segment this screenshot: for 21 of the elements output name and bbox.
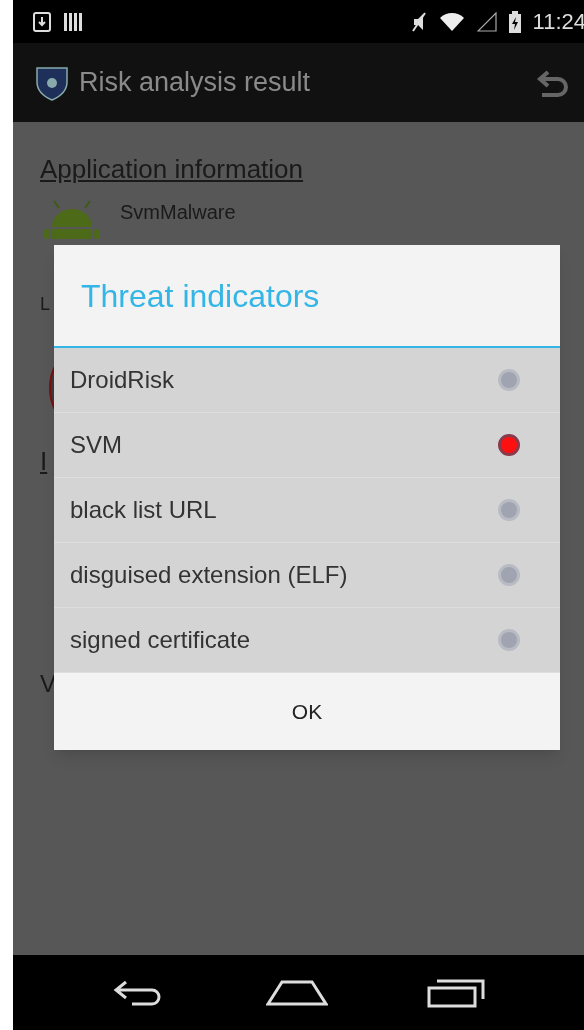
wifi-icon xyxy=(438,11,465,32)
label-text: L xyxy=(40,293,50,316)
indicator-label: SVM xyxy=(70,430,123,460)
indicator-label: black list URL xyxy=(70,495,218,525)
app-name: SvmMalware xyxy=(120,200,236,225)
shield-icon xyxy=(35,64,69,101)
section-heading: Application information xyxy=(40,153,304,186)
dialog-title: Threat indicators xyxy=(81,276,320,316)
mute-icon xyxy=(410,10,427,33)
battery-icon xyxy=(508,10,521,33)
ok-button[interactable]: OK xyxy=(54,673,560,750)
indicator-label: disguised extension (ELF) xyxy=(70,560,349,590)
barcode-icon xyxy=(63,11,83,32)
robot-icon xyxy=(44,199,100,239)
section-heading: I xyxy=(40,445,48,478)
indicator-label: DroidRisk xyxy=(70,365,175,395)
download-icon xyxy=(33,11,51,32)
recent-apps-icon[interactable] xyxy=(426,977,485,1008)
signal-icon xyxy=(476,11,497,32)
screen-title: Risk analysis result xyxy=(79,66,312,100)
indicator-label: signed certificate xyxy=(70,625,252,655)
